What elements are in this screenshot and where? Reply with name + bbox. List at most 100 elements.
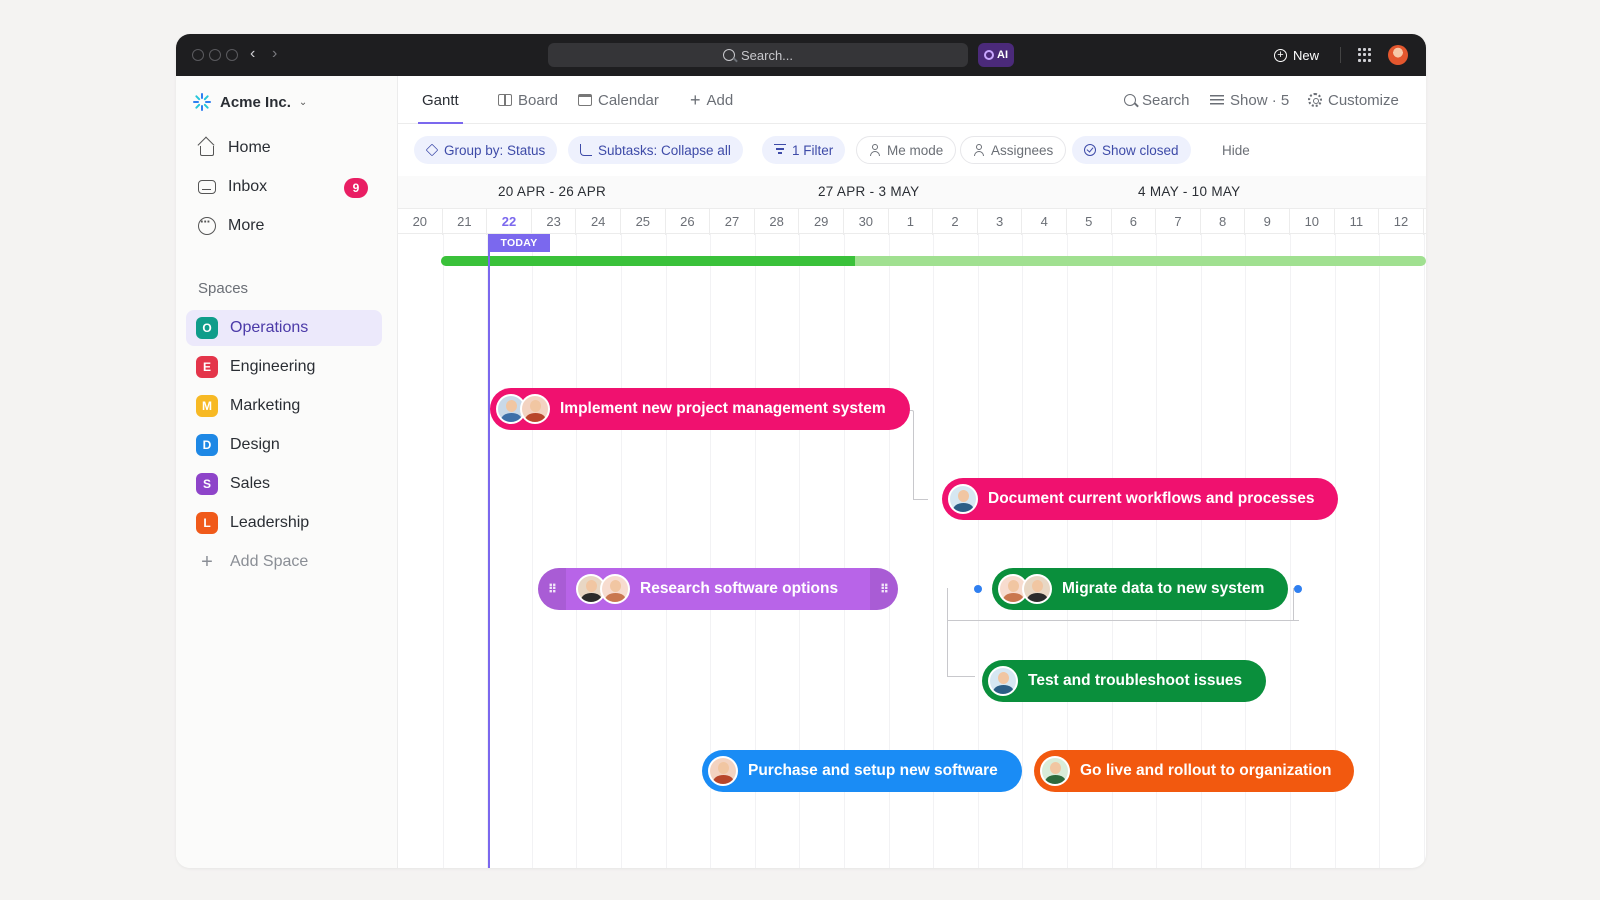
gantt-chart: 20 APR - 26 APR 27 APR - 3 MAY 4 MAY - 1… <box>398 176 1426 868</box>
window-minimize-control[interactable] <box>209 49 221 61</box>
sidebar-item-operations[interactable]: O Operations <box>186 310 382 346</box>
group-by-chip[interactable]: Group by: Status <box>414 136 558 164</box>
space-label: Sales <box>230 475 271 492</box>
day-column-header: 11 <box>1335 209 1380 235</box>
day-column-header: 30 <box>844 209 889 235</box>
sidebar-item-engineering[interactable]: E Engineering <box>186 349 382 385</box>
back-arrow-icon[interactable]: ‹ <box>250 44 255 64</box>
forward-arrow-icon[interactable]: › <box>272 44 277 64</box>
new-button[interactable]: + New <box>1274 43 1319 67</box>
gantt-task-bar[interactable]: Migrate data to new system <box>992 568 1288 610</box>
plus-icon: + <box>690 89 701 110</box>
progress-bar-fill <box>441 256 855 266</box>
workspace-switcher[interactable]: Acme Inc. ⌄ <box>192 92 307 112</box>
week-header: 20 APR - 26 APR 27 APR - 3 MAY 4 MAY - 1… <box>398 176 1426 208</box>
grid-line <box>1379 234 1381 868</box>
tab-board[interactable]: Board <box>498 76 558 124</box>
filter-icon <box>774 144 786 156</box>
dependency-connector <box>1293 588 1294 621</box>
show-fields-button[interactable]: Show · 5 <box>1210 76 1289 124</box>
home-icon <box>200 146 214 156</box>
chevron-down-icon: ⌄ <box>298 96 308 108</box>
gantt-task-bar[interactable]: Go live and rollout to organization <box>1034 750 1354 792</box>
day-header: 20 21 22 23 24 25 26 27 28 29 30 1 2 3 4 5 6 7 8 9 10 11 12 <box>398 208 1426 235</box>
more-icon <box>198 214 216 235</box>
sidebar-item-more[interactable]: More <box>186 208 382 244</box>
day-column-header: 10 <box>1290 209 1335 235</box>
sidebar-item-sales[interactable]: S Sales <box>186 466 382 502</box>
layers-icon <box>425 143 439 157</box>
space-icon: S <box>196 473 218 495</box>
drag-handle-left-icon[interactable]: ⠿ <box>538 568 566 610</box>
avatar <box>1022 574 1052 604</box>
person-icon <box>869 144 881 156</box>
apps-grid-icon[interactable] <box>1358 48 1372 62</box>
sidebar-item-inbox[interactable]: Inbox 9 <box>186 169 382 205</box>
me-mode-chip[interactable]: Me mode <box>856 136 957 164</box>
ai-button[interactable]: AI <box>978 43 1014 67</box>
customize-button[interactable]: Customize <box>1308 76 1399 124</box>
gear-icon <box>1308 93 1322 107</box>
sidebar-item-leadership[interactable]: L Leadership <box>186 505 382 541</box>
dependency-dot[interactable] <box>974 585 982 593</box>
gantt-task-bar[interactable]: Implement new project management system <box>490 388 910 430</box>
task-title: Migrate data to new system <box>1062 580 1265 597</box>
window-close-control[interactable] <box>192 49 204 61</box>
add-space-button[interactable]: + Add Space <box>186 544 382 580</box>
sidebar: Acme Inc. ⌄ Home Inbox 9 More Spaces O Op… <box>176 76 398 868</box>
avatar <box>708 756 738 786</box>
space-icon: L <box>196 512 218 534</box>
assignee-avatars <box>998 574 1052 604</box>
tab-gantt[interactable]: Gantt <box>418 76 1426 230</box>
show-closed-chip[interactable]: Show closed <box>1072 136 1191 164</box>
grid-line <box>1423 234 1425 868</box>
day-column-header: 27 <box>710 209 755 235</box>
assignee-avatars <box>496 394 550 424</box>
toolbar-search-button[interactable]: Search <box>1124 76 1190 124</box>
dependency-dot[interactable] <box>1294 585 1302 593</box>
grid-line <box>576 234 578 868</box>
sidebar-item-design[interactable]: D Design <box>186 427 382 463</box>
day-column-header: 20 <box>398 209 443 235</box>
task-title: Test and troubleshoot issues <box>1028 672 1243 689</box>
day-column-header: 25 <box>621 209 666 235</box>
sidebar-item-home[interactable]: Home <box>186 130 382 166</box>
global-search-input[interactable]: Search... <box>548 43 968 67</box>
user-avatar[interactable] <box>1388 45 1408 65</box>
hide-button[interactable]: Hide <box>1210 136 1262 164</box>
gantt-task-bar[interactable]: ⠿ Research software options ⠿ <box>538 568 898 610</box>
gantt-task-bar[interactable]: Test and troubleshoot issues <box>982 660 1266 702</box>
board-icon <box>498 94 512 106</box>
day-column-header: 9 <box>1245 209 1290 235</box>
plus-circle-icon: + <box>1274 48 1287 62</box>
dependency-connector <box>914 499 928 500</box>
task-title: Go live and rollout to organization <box>1080 762 1332 779</box>
grid-line <box>621 234 622 868</box>
ai-icon <box>984 50 994 60</box>
sidebar-item-marketing[interactable]: M Marketing <box>186 388 382 424</box>
avatar <box>948 484 978 514</box>
assignees-chip[interactable]: Assignees <box>960 136 1067 164</box>
check-circle-icon <box>1084 144 1096 156</box>
inbox-count-badge: 9 <box>344 178 368 198</box>
today-marker-line <box>488 234 490 868</box>
add-view-button[interactable]: + Add <box>690 76 733 124</box>
plus-icon: + <box>201 550 213 573</box>
gantt-task-bar[interactable]: Purchase and setup new software <box>702 750 1022 792</box>
space-label: Marketing <box>230 397 301 414</box>
window-zoom-control[interactable] <box>226 49 238 61</box>
filter-chip[interactable]: 1 Filter <box>762 136 846 164</box>
subtasks-chip[interactable]: Subtasks: Collapse all <box>568 136 743 164</box>
week-label: 4 MAY - 10 MAY <box>1138 184 1241 199</box>
tab-calendar[interactable]: Calendar <box>578 76 659 124</box>
grid-line <box>442 234 444 868</box>
assignee-avatars <box>948 484 978 514</box>
day-column-header: 12 <box>1379 209 1424 235</box>
day-column-header: 1 <box>889 209 934 235</box>
gantt-task-bar[interactable]: Document current workflows and processes <box>942 478 1338 520</box>
day-column-header: 23 <box>532 209 577 235</box>
day-column-header: 6 <box>1112 209 1157 235</box>
day-column-header: 24 <box>576 209 621 235</box>
subtasks-icon <box>580 144 592 156</box>
drag-handle-right-icon[interactable]: ⠿ <box>870 568 898 610</box>
